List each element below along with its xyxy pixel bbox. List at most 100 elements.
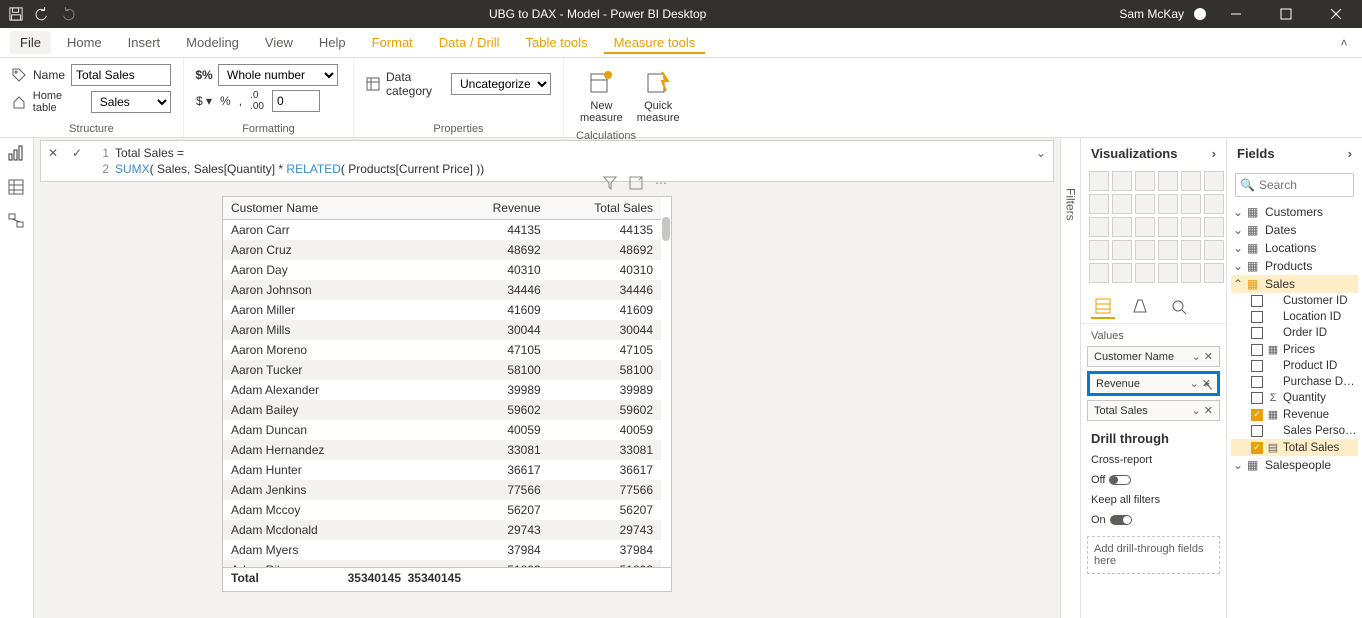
table-row[interactable]: Aaron Carr4413544135: [223, 220, 661, 241]
checkbox-icon[interactable]: [1251, 392, 1263, 404]
viz-type-icon[interactable]: [1089, 217, 1109, 237]
table-row[interactable]: Aaron Mills3004430044: [223, 320, 661, 340]
viz-type-icon[interactable]: [1181, 171, 1201, 191]
viz-type-icon[interactable]: [1158, 194, 1178, 214]
viz-type-icon[interactable]: [1204, 194, 1224, 214]
save-icon[interactable]: [8, 6, 24, 22]
col-revenue[interactable]: Revenue: [429, 197, 549, 220]
formula-editor[interactable]: 1Total Sales = 2SUMX( Sales, Sales[Quant…: [89, 141, 1029, 181]
undo-icon[interactable]: [34, 6, 50, 22]
table-row[interactable]: Adam Alexander3998939989: [223, 380, 661, 400]
viz-type-icon[interactable]: [1181, 194, 1201, 214]
viz-type-icon[interactable]: [1112, 263, 1132, 283]
table-row[interactable]: Adam Bailey5960259602: [223, 400, 661, 420]
field-total-sales[interactable]: ✓▤Total Sales: [1231, 439, 1358, 456]
table-customers[interactable]: ⌄▦Customers: [1231, 203, 1358, 221]
home-table-select[interactable]: Sales: [91, 91, 171, 113]
viz-type-icon[interactable]: [1135, 194, 1155, 214]
viz-type-icon[interactable]: [1112, 194, 1132, 214]
viz-type-icon[interactable]: [1181, 217, 1201, 237]
field-customer-id[interactable]: Customer ID: [1231, 293, 1358, 309]
table-sales[interactable]: ⌃▦Sales: [1231, 275, 1358, 293]
checkbox-icon[interactable]: [1251, 344, 1263, 356]
viz-type-icon[interactable]: [1112, 240, 1132, 260]
value-well-total-sales[interactable]: Total Sales⌄✕: [1087, 400, 1220, 421]
viz-type-icon[interactable]: [1158, 171, 1178, 191]
value-well-customer-name[interactable]: Customer Name⌄✕: [1087, 346, 1220, 367]
table-row[interactable]: Aaron Miller4160941609: [223, 300, 661, 320]
menu-view[interactable]: View: [255, 31, 303, 54]
menu-modeling[interactable]: Modeling: [176, 31, 249, 54]
menu-file[interactable]: File: [10, 31, 51, 54]
viz-type-icon[interactable]: [1089, 240, 1109, 260]
checkbox-icon[interactable]: [1251, 425, 1263, 437]
data-category-select[interactable]: Uncategorized: [451, 73, 551, 95]
viz-type-icon[interactable]: [1135, 240, 1155, 260]
field-product-id[interactable]: Product ID: [1231, 358, 1358, 374]
viz-type-icon[interactable]: [1158, 263, 1178, 283]
menu-home[interactable]: Home: [57, 31, 112, 54]
formula-cancel-button[interactable]: ✕: [41, 141, 65, 165]
format-tab-button[interactable]: [1129, 295, 1153, 319]
model-view-button[interactable]: [7, 212, 27, 232]
field-prices[interactable]: ▦Prices: [1231, 341, 1358, 358]
user-name[interactable]: Sam McKay: [1119, 7, 1184, 21]
viz-type-icon[interactable]: [1204, 217, 1224, 237]
focus-mode-icon[interactable]: [629, 176, 645, 192]
collapse-ribbon-icon[interactable]: ˄: [1336, 35, 1352, 51]
col-customer-name[interactable]: Customer Name: [223, 197, 429, 220]
close-button[interactable]: [1316, 0, 1356, 28]
checkbox-icon[interactable]: ✓: [1251, 442, 1263, 454]
fields-tab-button[interactable]: [1091, 295, 1115, 319]
report-view-button[interactable]: [7, 144, 27, 164]
table-row[interactable]: Aaron Cruz4869248692: [223, 240, 661, 260]
menu-format[interactable]: Format: [362, 31, 423, 54]
table-row[interactable]: Aaron Johnson3444634446: [223, 280, 661, 300]
new-measure-button[interactable]: New measure: [576, 64, 627, 126]
table-row[interactable]: Adam Hernandez3308133081: [223, 440, 661, 460]
viz-type-icon[interactable]: [1181, 240, 1201, 260]
table-row[interactable]: Adam Myers3798437984: [223, 540, 661, 560]
filters-pane-collapsed[interactable]: Filters: [1060, 138, 1080, 618]
menu-insert[interactable]: Insert: [118, 31, 171, 54]
viz-type-icon[interactable]: [1204, 171, 1224, 191]
table-row[interactable]: Adam Jenkins7756677566: [223, 480, 661, 500]
more-options-icon[interactable]: ⋯: [655, 176, 671, 192]
viz-type-icon[interactable]: [1089, 171, 1109, 191]
table-scrollbar[interactable]: [662, 217, 670, 543]
table-visual[interactable]: ⋯ Customer Name Revenue Total Sales Aaro…: [222, 196, 672, 592]
maximize-button[interactable]: [1266, 0, 1306, 28]
viz-type-icon[interactable]: [1204, 263, 1224, 283]
viz-type-icon[interactable]: [1112, 171, 1132, 191]
remove-field-icon[interactable]: ✕: [1204, 350, 1213, 363]
checkbox-icon[interactable]: [1251, 360, 1263, 372]
field-location-id[interactable]: Location ID: [1231, 309, 1358, 325]
checkbox-icon[interactable]: [1251, 327, 1263, 339]
viz-type-icon[interactable]: [1135, 263, 1155, 283]
col-total-sales[interactable]: Total Sales: [549, 197, 661, 220]
checkbox-icon[interactable]: [1251, 311, 1263, 323]
viz-type-icon[interactable]: [1158, 217, 1178, 237]
menu-measure-tools[interactable]: Measure tools: [604, 31, 706, 54]
checkbox-icon[interactable]: [1251, 376, 1263, 388]
formula-bar[interactable]: ✕ ✓ 1Total Sales = 2SUMX( Sales, Sales[Q…: [40, 140, 1054, 182]
keep-filters-toggle[interactable]: On: [1081, 512, 1226, 532]
chevron-down-icon[interactable]: ⌄: [1192, 404, 1201, 417]
field-sales-perso-[interactable]: Sales Perso…: [1231, 423, 1358, 439]
decimal-places-input[interactable]: [272, 90, 320, 112]
analytics-tab-button[interactable]: [1167, 295, 1191, 319]
comma-format-button[interactable]: ,: [239, 94, 242, 108]
data-view-button[interactable]: [7, 178, 27, 198]
checkbox-icon[interactable]: [1251, 295, 1263, 307]
minimize-button[interactable]: [1216, 0, 1256, 28]
table-products[interactable]: ⌄▦Products: [1231, 257, 1358, 275]
table-row[interactable]: Adam Riley5189351893: [223, 560, 661, 567]
filter-icon[interactable]: [603, 176, 619, 192]
percent-format-button[interactable]: %: [220, 94, 231, 108]
field-quantity[interactable]: ΣQuantity: [1231, 390, 1358, 406]
menu-help[interactable]: Help: [309, 31, 356, 54]
currency-format-button[interactable]: $ ▾: [196, 94, 212, 108]
checkbox-icon[interactable]: ✓: [1251, 409, 1263, 421]
table-dates[interactable]: ⌄▦Dates: [1231, 221, 1358, 239]
fields-search[interactable]: 🔍: [1235, 173, 1354, 197]
